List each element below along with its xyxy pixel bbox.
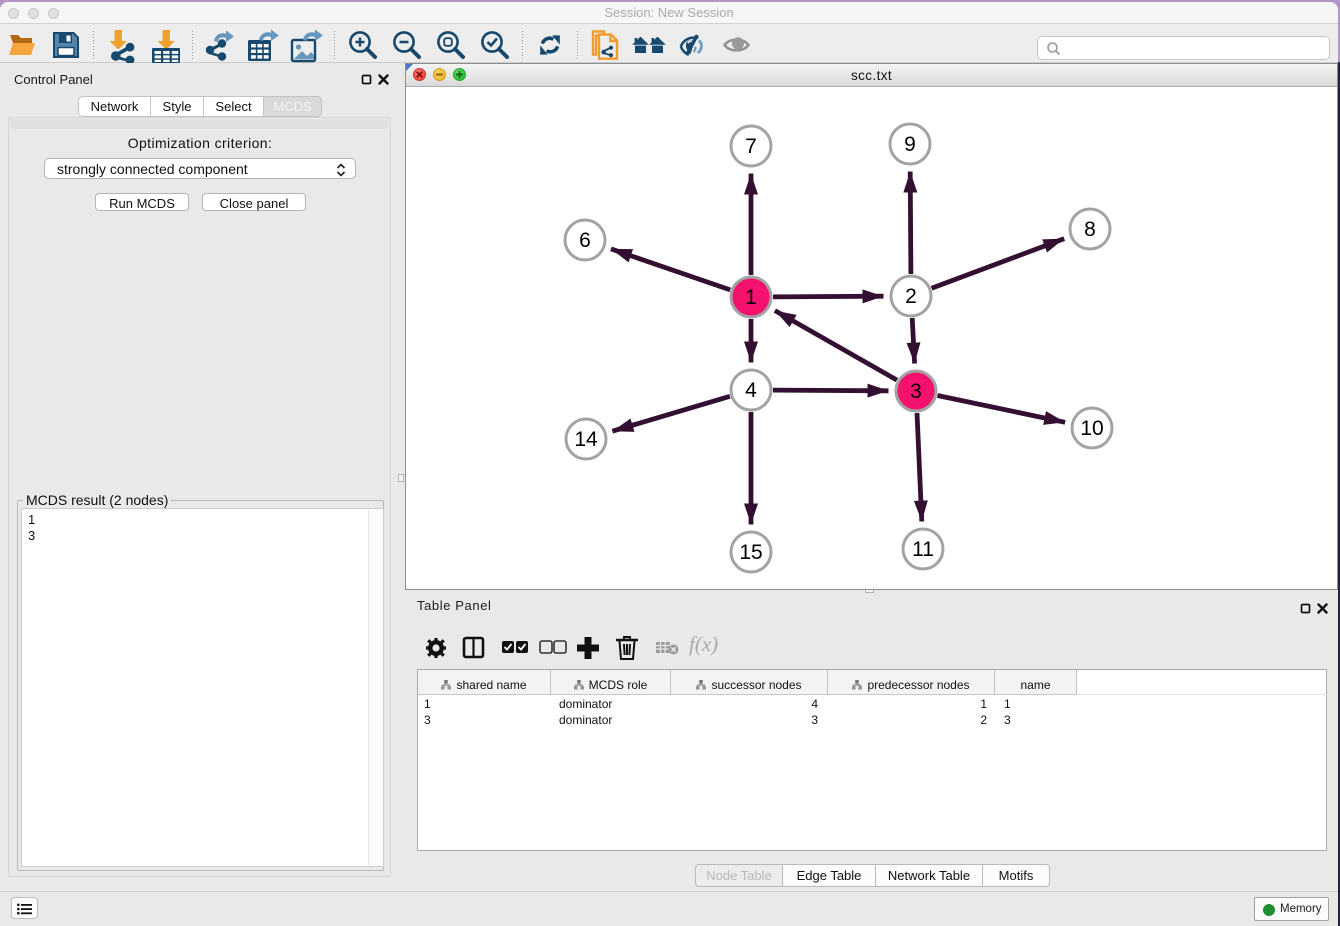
svg-text:3: 3 — [910, 380, 922, 403]
svg-text:9: 9 — [904, 133, 916, 156]
svg-text:2: 2 — [905, 285, 917, 308]
svg-text:8: 8 — [1084, 218, 1096, 241]
svg-text:6: 6 — [579, 229, 591, 252]
svg-text:7: 7 — [745, 135, 757, 158]
svg-text:15: 15 — [739, 541, 762, 564]
svg-text:11: 11 — [912, 538, 934, 561]
svg-text:1: 1 — [745, 286, 757, 309]
svg-text:10: 10 — [1080, 417, 1103, 440]
svg-text:14: 14 — [574, 428, 598, 451]
svg-text:4: 4 — [745, 379, 757, 402]
